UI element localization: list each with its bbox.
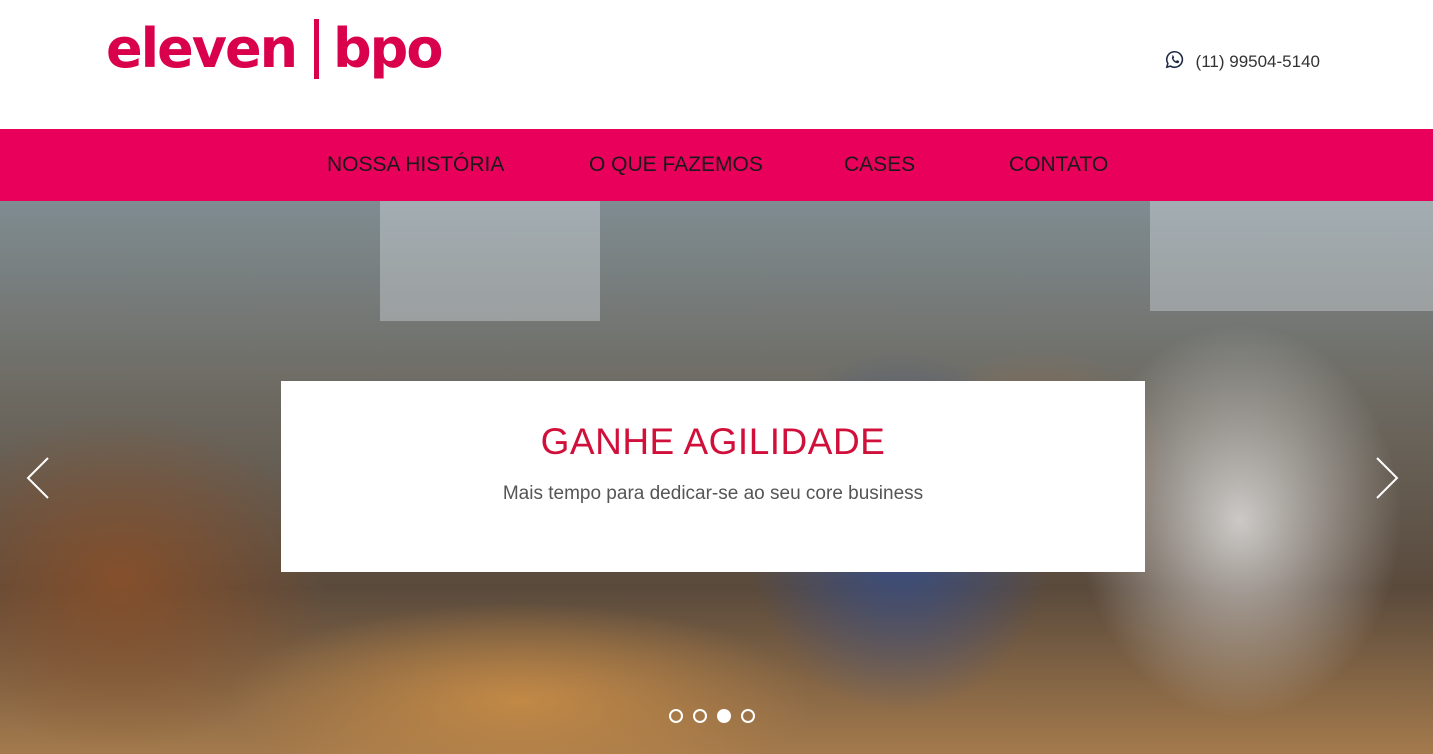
brand-logo[interactable]: eleven bpo: [106, 14, 443, 84]
logo-divider: [314, 19, 320, 79]
whatsapp-icon: [1165, 50, 1184, 74]
carousel-dot[interactable]: [741, 709, 755, 723]
background-photo-whiteboard: [1150, 201, 1433, 311]
main-navigation: NOSSA HISTÓRIA O QUE FAZEMOS CASES CONTA…: [0, 129, 1433, 201]
phone-number: (11) 99504-5140: [1195, 52, 1320, 71]
chevron-left-icon: [26, 457, 49, 499]
nav-item-o-que-fazemos[interactable]: O QUE FAZEMOS: [589, 129, 763, 201]
background-photo-office: [380, 201, 600, 321]
carousel-dot[interactable]: [669, 709, 683, 723]
carousel-dot[interactable]: [693, 709, 707, 723]
logo-text-eleven: eleven: [106, 17, 298, 80]
nav-item-nossa-historia[interactable]: NOSSA HISTÓRIA: [327, 129, 504, 201]
slide-subtitle: Mais tempo para dedicar-se ao seu core b…: [502, 483, 924, 504]
carousel-prev-button[interactable]: [26, 456, 50, 500]
carousel-next-button[interactable]: [1375, 456, 1399, 500]
site-header: eleven bpo (11) 99504-5140: [0, 0, 1433, 129]
nav-item-contato[interactable]: CONTATO: [1009, 129, 1108, 201]
carousel-indicators: [669, 709, 755, 723]
logo-text-bpo: bpo: [333, 17, 443, 80]
nav-item-cases[interactable]: CASES: [844, 129, 915, 201]
chevron-right-icon: [1376, 457, 1399, 499]
carousel-dot-active[interactable]: [717, 709, 731, 723]
slide-title: GANHE AGILIDADE: [540, 421, 886, 462]
hero-carousel: GANHE AGILIDADE Mais tempo para dedicar-…: [0, 201, 1433, 754]
phone-contact[interactable]: (11) 99504-5140: [1165, 50, 1320, 74]
slide-caption-card: GANHE AGILIDADE Mais tempo para dedicar-…: [281, 381, 1145, 572]
